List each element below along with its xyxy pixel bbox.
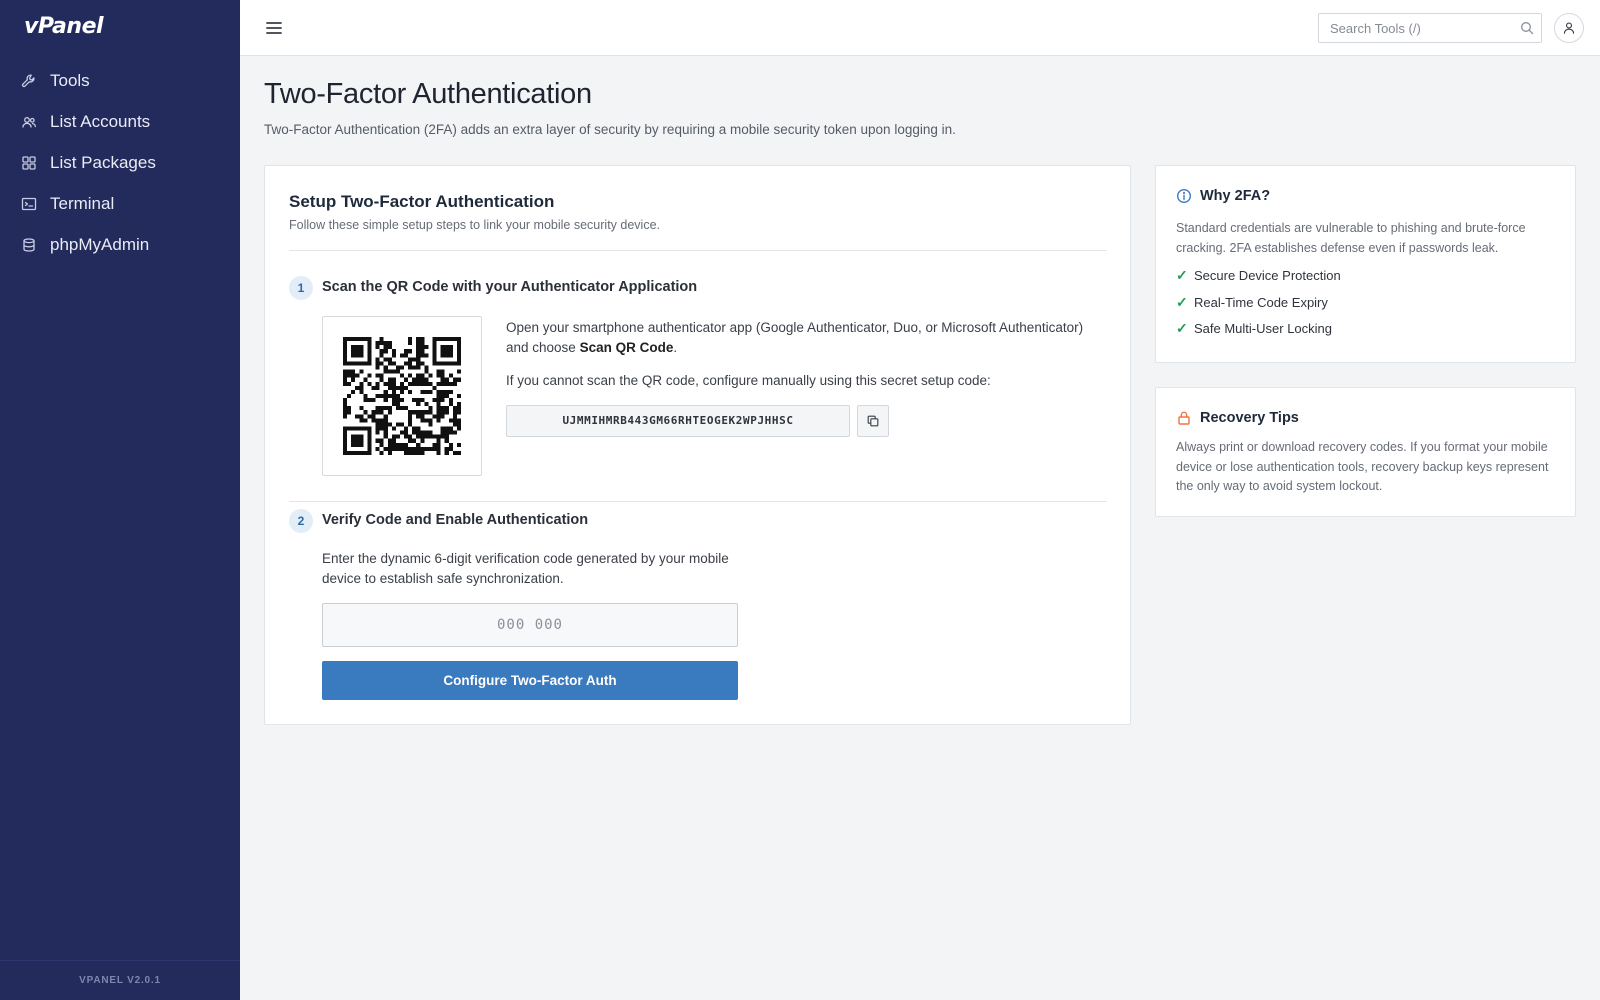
why-2fa-title: Why 2FA? — [1200, 188, 1271, 204]
qr-code-frame — [322, 316, 482, 476]
benefit-label: Safe Multi-User Locking — [1194, 321, 1332, 336]
setup-title: Setup Two-Factor Authentication — [289, 192, 555, 211]
lock-icon — [1178, 411, 1190, 425]
sidebar-item-label: phpMyAdmin — [50, 234, 150, 254]
step-1-title: Scan the QR Code with your Authenticator… — [322, 279, 698, 295]
search-box — [1318, 13, 1542, 43]
wrench-icon — [21, 74, 35, 87]
sidebar-item-label: Terminal — [50, 193, 115, 213]
why-2fa-header: Why 2FA? — [1176, 188, 1270, 204]
database-icon — [23, 237, 35, 252]
divider — [289, 250, 1107, 251]
check-icon: ✓ — [1176, 294, 1188, 310]
step-2-badge: 2 — [289, 509, 313, 533]
sidebar-item-list-accounts[interactable]: List Accounts — [0, 101, 240, 142]
step-1-text-end: . — [673, 340, 678, 355]
step-2-instructions: Enter the dynamic 6-digit verification c… — [322, 551, 729, 586]
why-2fa-body: Standard credentials are vulnerable to p… — [1176, 221, 1526, 255]
benefit-label: Real-Time Code Expiry — [1194, 295, 1328, 310]
divider — [289, 501, 1107, 502]
sidebar: vPanel Tools List Accounts List Packages… — [0, 0, 240, 1000]
user-icon — [1563, 22, 1575, 34]
vpanel-logo[interactable]: vPanel — [24, 14, 104, 39]
page-description: Two-Factor Authentication (2FA) adds an … — [264, 122, 956, 137]
recovery-tips-header: Recovery Tips — [1176, 410, 1299, 426]
user-menu-button[interactable] — [1554, 13, 1584, 43]
secret-code-field[interactable]: UJMMIHMRB443GM66RHTEOGEK2WPJHHSC — [506, 405, 850, 437]
sidebar-item-label: List Packages — [50, 152, 156, 172]
copy-secret-button[interactable] — [857, 405, 889, 437]
sidebar-item-tools[interactable]: Tools — [0, 60, 240, 101]
benefit-item: ✓ Secure Device Protection — [1176, 267, 1341, 284]
users-icon — [22, 116, 36, 128]
verification-code-input[interactable] — [322, 603, 738, 647]
recovery-tips-card: Recovery Tips Always print or download r… — [1155, 387, 1576, 517]
why-2fa-card: Why 2FA? Standard credentials are vulner… — [1155, 165, 1576, 363]
recovery-tips-body: Always print or download recovery codes.… — [1176, 440, 1549, 493]
grid-icon — [22, 155, 36, 170]
benefit-label: Secure Device Protection — [1194, 268, 1341, 283]
hamburger-icon — [266, 22, 282, 34]
sidebar-nav: Tools List Accounts List Packages Termin… — [0, 60, 240, 265]
step-2-title: Verify Code and Enable Authentication — [322, 512, 589, 528]
page-title: Two-Factor Authentication — [264, 78, 592, 110]
sidebar-item-terminal[interactable]: Terminal — [0, 183, 240, 224]
hamburger-menu-button[interactable] — [264, 18, 284, 38]
search-input[interactable] — [1319, 14, 1509, 42]
recovery-tips-title: Recovery Tips — [1200, 410, 1299, 426]
setup-subtitle: Follow these simple setup steps to link … — [289, 218, 660, 232]
benefit-item: ✓ Real-Time Code Expiry — [1176, 294, 1328, 311]
version-label: VPANEL V2.0.1 — [0, 960, 240, 1000]
benefit-item: ✓ Safe Multi-User Locking — [1176, 320, 1332, 337]
topbar — [240, 0, 1600, 56]
manual-setup-text: If you cannot scan the QR code, configur… — [506, 373, 991, 388]
sidebar-item-list-packages[interactable]: List Packages — [0, 142, 240, 183]
setup-card: Setup Two-Factor Authentication Follow t… — [264, 165, 1131, 725]
step-1-instructions: Open your smartphone authenticator app (… — [506, 318, 1106, 358]
search-icon[interactable] — [1520, 21, 1534, 35]
check-icon: ✓ — [1176, 267, 1188, 283]
check-icon: ✓ — [1176, 320, 1188, 336]
configure-2fa-button[interactable]: Configure Two-Factor Auth — [322, 661, 738, 700]
sidebar-item-label: Tools — [50, 70, 90, 90]
scan-qr-code-emphasis: Scan QR Code — [579, 340, 674, 355]
qr-code-image — [343, 337, 461, 455]
terminal-icon — [21, 197, 37, 210]
sidebar-item-label: List Accounts — [50, 111, 151, 131]
sidebar-item-phpmyadmin[interactable]: phpMyAdmin — [0, 224, 240, 265]
copy-icon — [867, 415, 879, 427]
step-1-badge: 1 — [289, 276, 313, 300]
info-icon — [1176, 188, 1192, 204]
